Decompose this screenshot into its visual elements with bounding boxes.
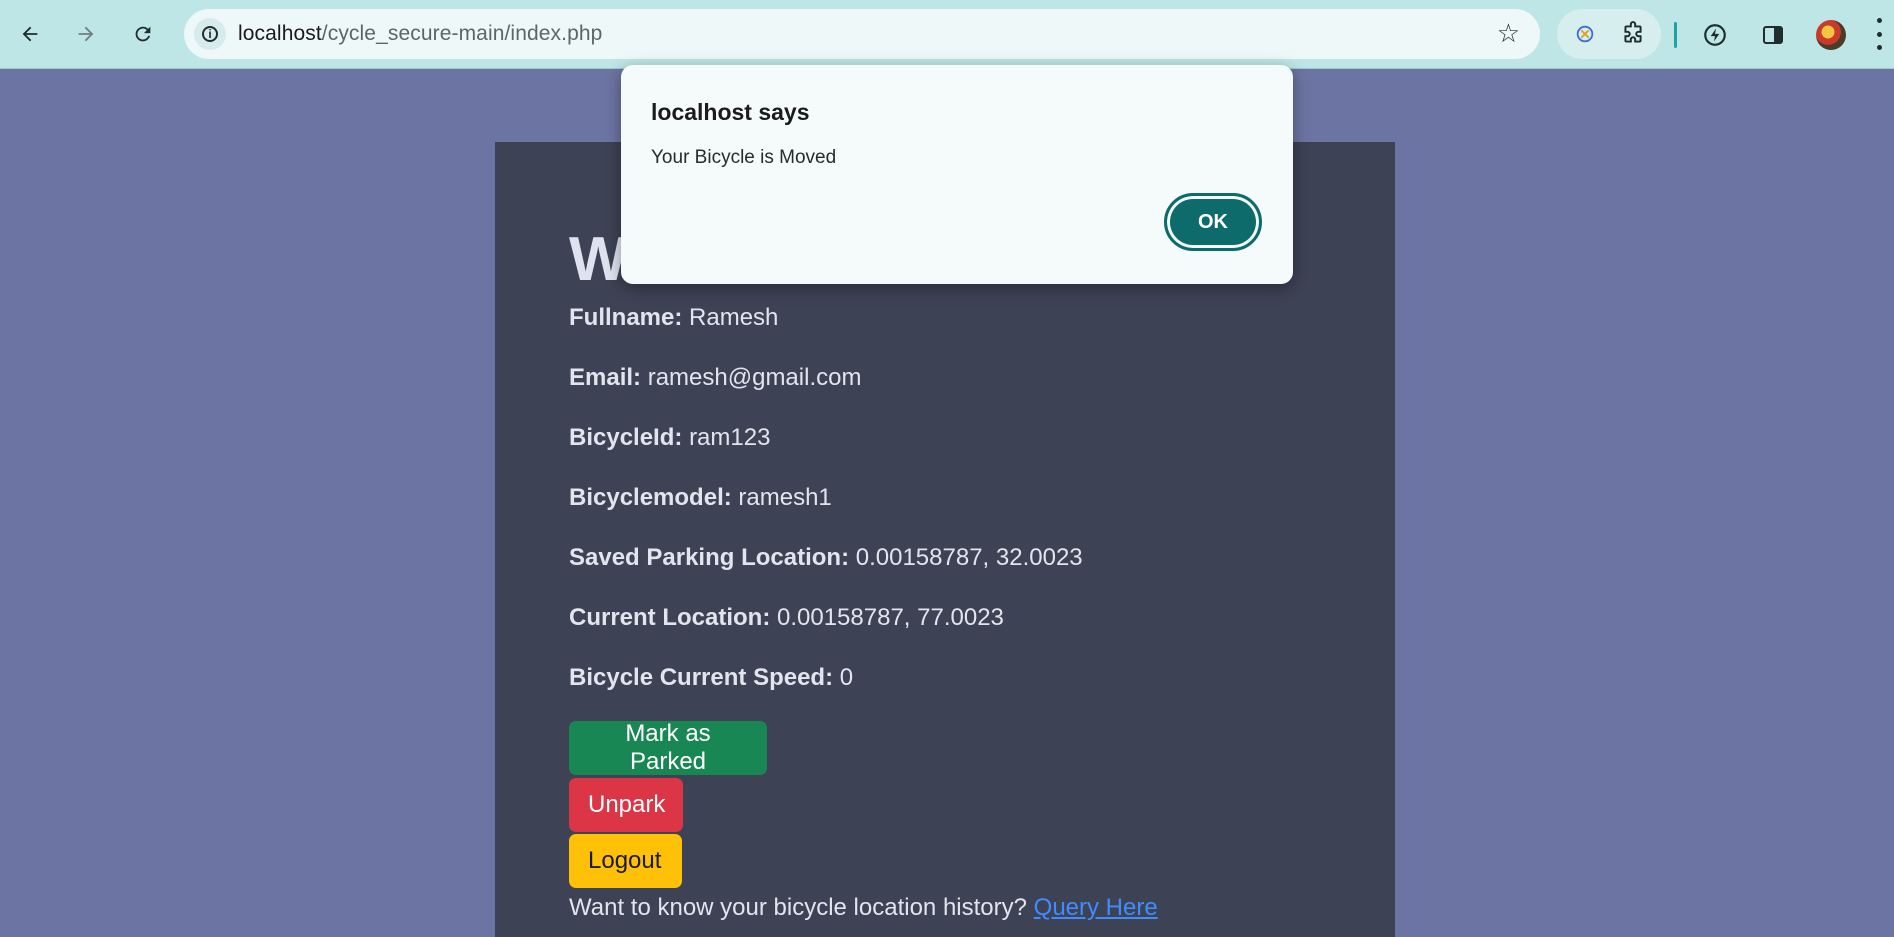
current-speed-label: Bicycle Current Speed: bbox=[569, 664, 834, 691]
bicycle-id-label: BicycleId: bbox=[569, 424, 683, 451]
side-panel-button[interactable] bbox=[1759, 21, 1787, 49]
dialog-message: Your Bicycle is Moved bbox=[651, 147, 837, 168]
sync-extension-icon bbox=[1576, 25, 1594, 43]
query-here-link[interactable]: Query Here bbox=[1034, 894, 1158, 921]
current-location-label: Current Location: bbox=[569, 604, 771, 631]
reload-icon bbox=[135, 26, 151, 42]
performance-button[interactable] bbox=[1701, 21, 1729, 49]
fullname-value: Ramesh bbox=[689, 304, 779, 331]
location-history-prompt: Want to know your bicycle location histo… bbox=[569, 894, 1158, 922]
mark-parked-button[interactable]: Mark as Parked bbox=[569, 720, 767, 775]
current-location-row: Current Location: 0.00158787, 77.0023 bbox=[569, 604, 1004, 632]
alert-dialog: localhost says Your Bicycle is Moved OK bbox=[621, 65, 1293, 284]
dialog-title: localhost says bbox=[651, 99, 810, 125]
email-row: Email: ramesh@gmail.com bbox=[569, 364, 861, 392]
email-label: Email: bbox=[569, 364, 642, 391]
reload-button[interactable] bbox=[123, 14, 163, 54]
bicycle-model-row: Bicyclemodel: ramesh1 bbox=[569, 484, 832, 512]
logout-button[interactable]: Logout bbox=[569, 834, 682, 888]
site-info-button[interactable]: i bbox=[194, 18, 226, 50]
current-speed-row: Bicycle Current Speed: 0 bbox=[569, 664, 853, 692]
email-value: ramesh@gmail.com bbox=[647, 364, 862, 391]
forward-button[interactable] bbox=[66, 14, 106, 54]
back-arrow-icon bbox=[22, 26, 38, 42]
welcome-heading: W bbox=[569, 225, 628, 294]
history-text: Want to know your bicycle location histo… bbox=[569, 894, 1027, 921]
unpark-button[interactable]: Unpark bbox=[569, 778, 683, 832]
profile-avatar[interactable] bbox=[1816, 20, 1846, 50]
saved-location-value: 0.00158787, 32.0023 bbox=[855, 544, 1083, 571]
info-icon: i bbox=[202, 26, 218, 42]
bicycle-id-value: ram123 bbox=[689, 424, 771, 451]
back-button[interactable] bbox=[10, 14, 50, 54]
browser-menu-icon[interactable] bbox=[1876, 18, 1882, 50]
url-host: localhost bbox=[238, 22, 322, 45]
address-bar[interactable]: i localhost/cycle_secure-main/index.php … bbox=[184, 9, 1540, 59]
dialog-ok-button[interactable]: OK bbox=[1164, 193, 1262, 251]
forward-arrow-icon bbox=[78, 26, 94, 42]
extensions-puzzle-button[interactable] bbox=[1619, 20, 1647, 48]
url-path: /cycle_secure-main/index.php bbox=[321, 22, 603, 45]
browser-toolbar: i localhost/cycle_secure-main/index.php … bbox=[0, 0, 1894, 69]
url-text: localhost/cycle_secure-main/index.php bbox=[238, 22, 602, 46]
puzzle-icon bbox=[1624, 21, 1642, 43]
extensions-group bbox=[1557, 9, 1661, 59]
bookmark-star-icon[interactable]: ☆ bbox=[1497, 18, 1520, 49]
bicycle-model-label: Bicyclemodel: bbox=[569, 484, 732, 511]
current-location-value: 0.00158787, 77.0023 bbox=[777, 604, 1004, 631]
saved-location-row: Saved Parking Location: 0.00158787, 32.0… bbox=[569, 544, 1083, 572]
bicycle-model-value: ramesh1 bbox=[738, 484, 832, 511]
extension-icon[interactable] bbox=[1571, 20, 1599, 48]
bicycle-id-row: BicycleId: ram123 bbox=[569, 424, 770, 452]
fullname-label: Fullname: bbox=[569, 304, 683, 331]
performance-icon bbox=[1704, 24, 1726, 46]
saved-location-label: Saved Parking Location: bbox=[569, 544, 850, 571]
fullname-row: Fullname: Ramesh bbox=[569, 304, 778, 332]
toolbar-separator bbox=[1674, 22, 1677, 48]
current-speed-value: 0 bbox=[839, 664, 854, 691]
side-panel-icon bbox=[1763, 26, 1783, 44]
